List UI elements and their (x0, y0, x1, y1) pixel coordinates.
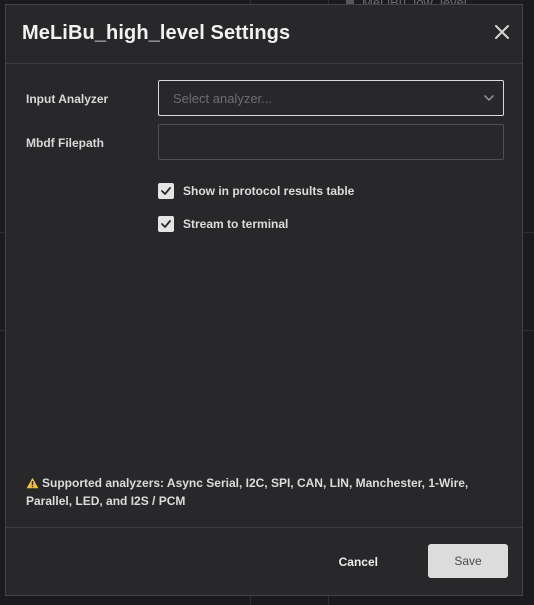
chevron-down-icon (484, 95, 494, 102)
check-icon (161, 187, 171, 195)
show-in-results-label: Show in protocol results table (183, 184, 355, 198)
dialog-footer: Cancel Save (6, 527, 522, 595)
mbdf-filepath-input[interactable] (158, 124, 504, 160)
input-analyzer-label: Input Analyzer (26, 92, 109, 106)
stream-to-terminal-checkbox[interactable] (158, 216, 174, 232)
settings-dialog: MeLiBu_high_level Settings Input Analyze… (5, 4, 523, 596)
mbdf-filepath-label: Mbdf Filepath (26, 136, 104, 150)
stream-to-terminal-label: Stream to terminal (183, 217, 289, 231)
check-icon (161, 220, 171, 228)
cancel-button[interactable]: Cancel (327, 546, 390, 578)
close-button[interactable] (494, 24, 510, 40)
warning-icon (26, 477, 39, 489)
supported-analyzers-note: Supported analyzers: Async Serial, I2C, … (26, 474, 486, 510)
save-button[interactable]: Save (428, 544, 508, 578)
show-in-results-checkbox[interactable] (158, 183, 174, 199)
input-analyzer-placeholder: Select analyzer... (173, 91, 272, 106)
dialog-header: MeLiBu_high_level Settings (6, 5, 522, 64)
supported-analyzers-text: Supported analyzers: Async Serial, I2C, … (26, 476, 469, 508)
close-icon (495, 25, 509, 39)
dialog-title: MeLiBu_high_level Settings (22, 22, 291, 44)
input-analyzer-select[interactable]: Select analyzer... (158, 80, 504, 116)
